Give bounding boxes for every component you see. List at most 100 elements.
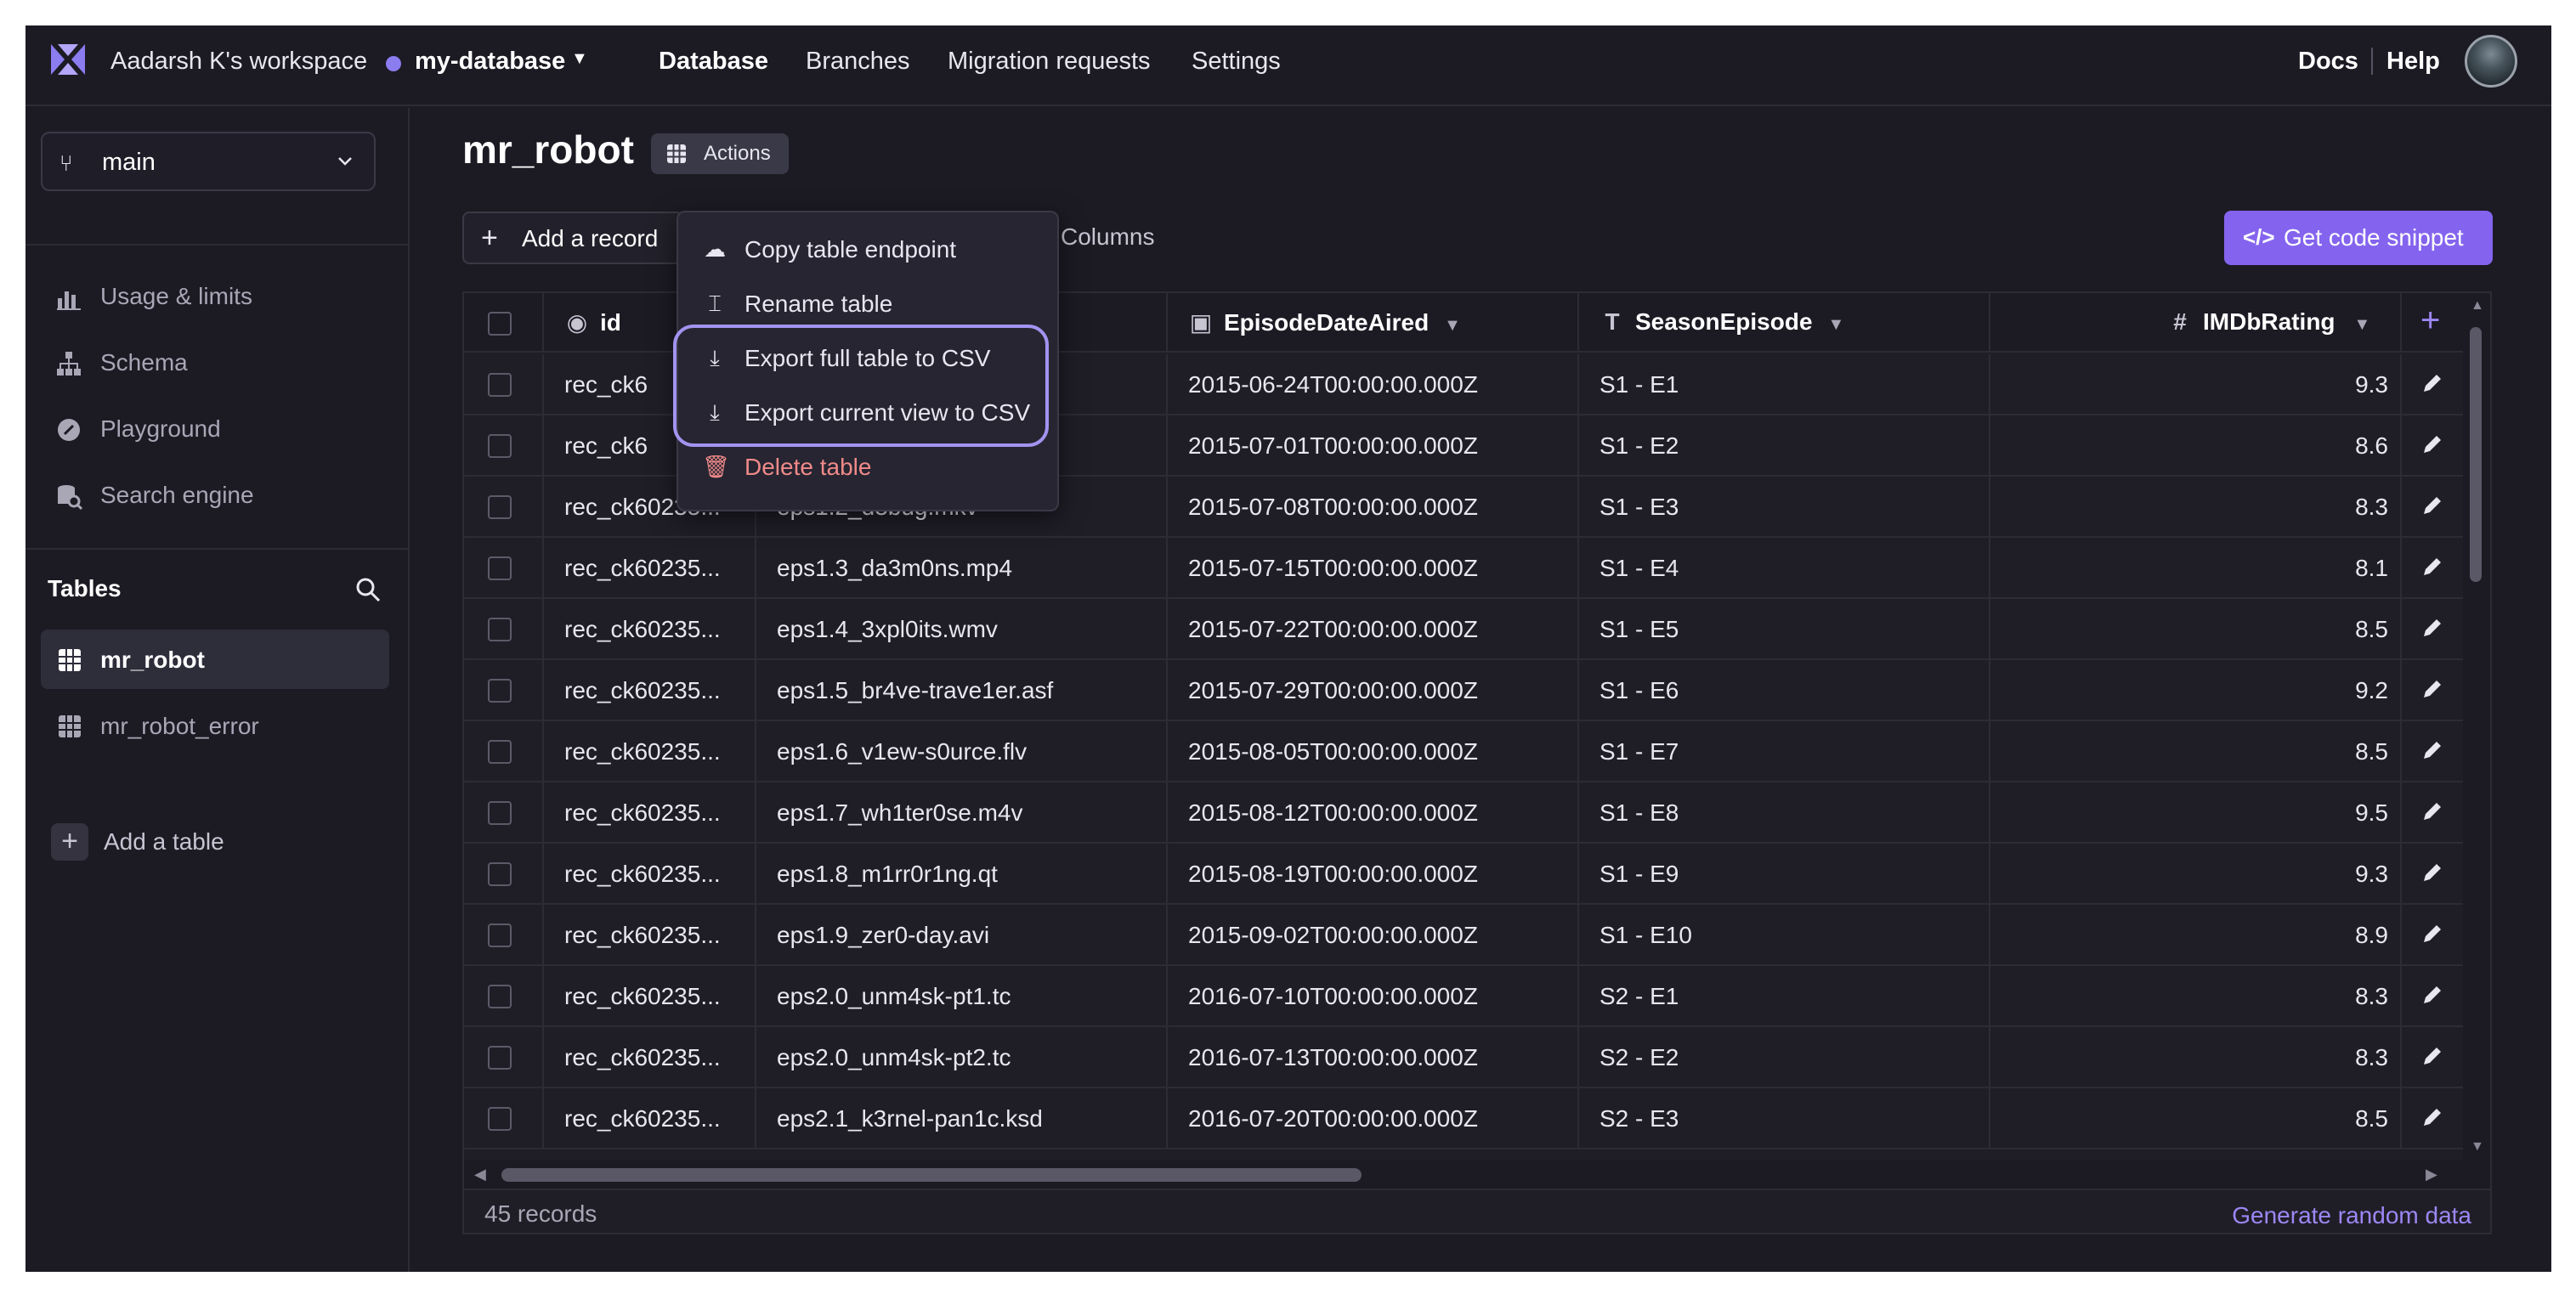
file-cell[interactable]: eps1.8_m1rr0r1ng.qt: [756, 844, 1168, 903]
row-checkbox[interactable]: [488, 862, 512, 886]
avatar[interactable]: [2465, 35, 2517, 88]
episode-date-cell[interactable]: 2015-08-05T00:00:00.000Z: [1168, 721, 1579, 781]
season-episode-cell[interactable]: S2 - E1: [1579, 966, 1990, 1025]
row-checkbox[interactable]: [488, 740, 512, 764]
season-episode-cell[interactable]: S1 - E2: [1579, 415, 1990, 475]
scroll-up-icon[interactable]: ▲: [2471, 298, 2484, 313]
season-episode-cell[interactable]: S2 - E3: [1579, 1088, 1990, 1148]
pencil-icon[interactable]: [2420, 1105, 2444, 1129]
imdb-rating-cell[interactable]: 9.2: [1990, 660, 2402, 720]
season-episode-cell[interactable]: S1 - E3: [1579, 477, 1990, 536]
sort-chevron-icon[interactable]: ▼: [2354, 315, 2371, 334]
row-select-cell[interactable]: [464, 599, 544, 658]
edit-cell[interactable]: [2402, 415, 2463, 475]
edit-cell[interactable]: [2402, 1027, 2463, 1087]
column-header-imdb-rating[interactable]: # IMDbRating ▼: [1990, 293, 2402, 351]
table-row[interactable]: rec_ck60235... eps1.3_da3m0ns.mp4 2015-07-…: [464, 538, 2490, 599]
table-row[interactable]: rec_ck60235... eps1.4_3xpl0its.wmv 2015-07…: [464, 599, 2490, 660]
episode-date-cell[interactable]: 2015-09-02T00:00:00.000Z: [1168, 905, 1579, 964]
select-all-checkbox[interactable]: [488, 312, 512, 336]
file-cell[interactable]: eps2.1_k3rnel-pan1c.ksd: [756, 1088, 1168, 1148]
actions-button[interactable]: Actions: [651, 133, 789, 174]
row-select-cell[interactable]: [464, 966, 544, 1025]
season-episode-cell[interactable]: S1 - E5: [1579, 599, 1990, 658]
id-cell[interactable]: rec_ck60235...: [544, 966, 756, 1025]
row-checkbox[interactable]: [488, 923, 512, 947]
table-row[interactable]: rec_ck60235... eps2.0_unm4sk-pt2.tc 2016-0…: [464, 1027, 2490, 1088]
episode-date-cell[interactable]: 2015-07-22T00:00:00.000Z: [1168, 599, 1579, 658]
docs-link[interactable]: Docs: [2298, 48, 2358, 76]
pencil-icon[interactable]: [2420, 1044, 2444, 1068]
season-episode-cell[interactable]: S1 - E1: [1579, 354, 1990, 414]
edit-cell[interactable]: [2402, 538, 2463, 597]
episode-date-cell[interactable]: 2015-07-08T00:00:00.000Z: [1168, 477, 1579, 536]
row-checkbox[interactable]: [488, 801, 512, 825]
episode-date-cell[interactable]: 2015-07-01T00:00:00.000Z: [1168, 415, 1579, 475]
scroll-left-icon[interactable]: ◀: [474, 1166, 486, 1183]
imdb-rating-cell[interactable]: 8.1: [1990, 538, 2402, 597]
add-table-plus-icon[interactable]: +: [51, 823, 88, 861]
get-code-snippet-button[interactable]: </> Get code snippet: [2224, 211, 2493, 265]
imdb-rating-cell[interactable]: 8.3: [1990, 1027, 2402, 1087]
help-link[interactable]: Help: [2386, 48, 2440, 76]
episode-date-cell[interactable]: 2015-08-19T00:00:00.000Z: [1168, 844, 1579, 903]
row-checkbox[interactable]: [488, 1046, 512, 1070]
row-select-cell[interactable]: [464, 905, 544, 964]
pencil-icon[interactable]: [2420, 983, 2444, 1007]
table-row[interactable]: rec_ck60235... eps1.9_zer0-day.avi 2015-09…: [464, 905, 2490, 966]
scroll-right-icon[interactable]: ▶: [2426, 1166, 2437, 1183]
search-icon[interactable]: [355, 577, 381, 602]
pencil-icon[interactable]: [2420, 494, 2444, 517]
season-episode-cell[interactable]: S1 - E9: [1579, 844, 1990, 903]
file-cell[interactable]: eps2.0_unm4sk-pt2.tc: [756, 1027, 1168, 1087]
edit-cell[interactable]: [2402, 782, 2463, 842]
menu-item-copy-table-endpoint[interactable]: ☁ Copy table endpoint: [678, 226, 1057, 277]
file-cell[interactable]: eps1.4_3xpl0its.wmv: [756, 599, 1168, 658]
imdb-rating-cell[interactable]: 8.3: [1990, 477, 2402, 536]
row-select-cell[interactable]: [464, 477, 544, 536]
imdb-rating-cell[interactable]: 8.6: [1990, 415, 2402, 475]
edit-cell[interactable]: [2402, 599, 2463, 658]
file-cell[interactable]: eps1.6_v1ew-s0urce.flv: [756, 721, 1168, 781]
menu-item-delete-table[interactable]: 🗑 Delete table: [678, 443, 1057, 494]
id-cell[interactable]: rec_ck60235...: [544, 599, 756, 658]
add-column-plus-icon[interactable]: +: [2420, 302, 2440, 340]
id-cell[interactable]: rec_ck60235...: [544, 782, 756, 842]
add-record-button[interactable]: + Add a record: [462, 212, 683, 264]
horizontal-scrollbar[interactable]: ◀ ▶: [464, 1160, 2490, 1189]
episode-date-cell[interactable]: 2015-06-24T00:00:00.000Z: [1168, 354, 1579, 414]
file-cell[interactable]: eps1.5_br4ve-trave1er.asf: [756, 660, 1168, 720]
edit-cell[interactable]: [2402, 966, 2463, 1025]
nav-migration-requests[interactable]: Migration requests: [948, 48, 1151, 76]
table-row[interactable]: rec_ck60235... eps1.8_m1rr0r1ng.qt 2015-08…: [464, 844, 2490, 905]
sidebar-table-mr-robot[interactable]: mr_robot: [41, 630, 389, 689]
table-row[interactable]: rec_ck60235... eps1.7_wh1ter0se.m4v 2015-0…: [464, 782, 2490, 844]
column-header-season-episode[interactable]: T SeasonEpisode ▼: [1579, 293, 1990, 351]
edit-cell[interactable]: [2402, 844, 2463, 903]
pencil-icon[interactable]: [2420, 861, 2444, 884]
row-select-cell[interactable]: [464, 660, 544, 720]
id-cell[interactable]: rec_ck60235...: [544, 1088, 756, 1148]
scroll-down-icon[interactable]: ▼: [2471, 1139, 2484, 1155]
imdb-rating-cell[interactable]: 8.9: [1990, 905, 2402, 964]
season-episode-cell[interactable]: S1 - E6: [1579, 660, 1990, 720]
sort-chevron-icon[interactable]: ▼: [1444, 316, 1461, 335]
add-table-button[interactable]: Add a table: [104, 828, 224, 856]
branch-selector[interactable]: ⑂ main: [41, 132, 376, 191]
episode-date-cell[interactable]: 2016-07-10T00:00:00.000Z: [1168, 966, 1579, 1025]
row-select-cell[interactable]: [464, 782, 544, 842]
episode-date-cell[interactable]: 2015-07-29T00:00:00.000Z: [1168, 660, 1579, 720]
id-cell[interactable]: rec_ck60235...: [544, 905, 756, 964]
pencil-icon[interactable]: [2420, 432, 2444, 456]
imdb-rating-cell[interactable]: 9.3: [1990, 354, 2402, 414]
chevron-down-icon[interactable]: ▼: [571, 49, 588, 69]
edit-cell[interactable]: [2402, 905, 2463, 964]
menu-item-rename-table[interactable]: ⌶ Rename table: [678, 280, 1057, 331]
file-cell[interactable]: eps1.9_zer0-day.avi: [756, 905, 1168, 964]
row-checkbox[interactable]: [488, 679, 512, 703]
id-cell[interactable]: rec_ck60235...: [544, 844, 756, 903]
vertical-scrollbar[interactable]: ▲ ▼: [2463, 293, 2490, 1160]
row-checkbox[interactable]: [488, 1107, 512, 1131]
episode-date-cell[interactable]: 2015-08-12T00:00:00.000Z: [1168, 782, 1579, 842]
table-row[interactable]: rec_ck60235... eps2.1_k3rnel-pan1c.ksd 201…: [464, 1088, 2490, 1149]
